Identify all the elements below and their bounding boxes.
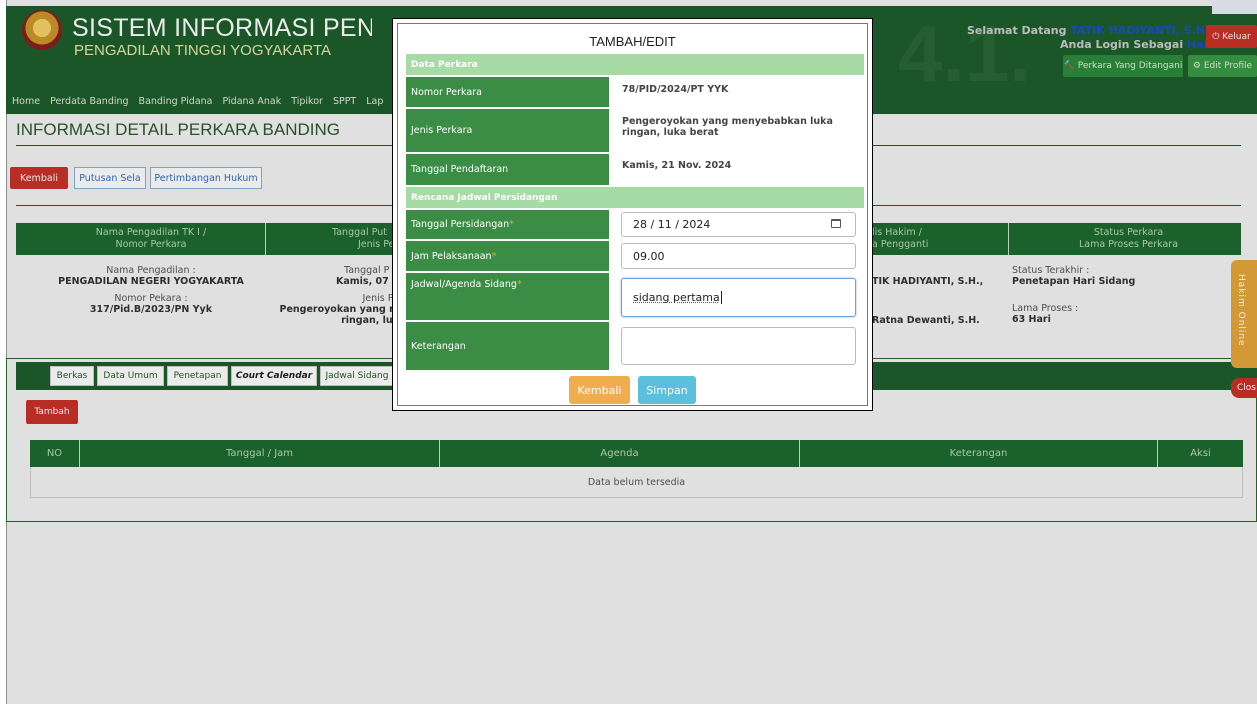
time-value: 09.00: [633, 249, 665, 263]
modal-title: TAMBAH/EDIT: [589, 34, 676, 49]
required-mark: *: [509, 219, 514, 230]
required-mark: *: [491, 250, 497, 262]
hearing-date-value: 28 / 11 / 2024: [633, 218, 711, 231]
hearing-date-label: Tanggal Persidangan *: [406, 210, 609, 239]
text-cursor: [720, 291, 722, 304]
reg-date-label: Tanggal Pendaftaran: [406, 154, 609, 185]
section-data-perkara: Data Perkara: [406, 54, 864, 75]
modal-back-button[interactable]: Kembali: [569, 376, 630, 404]
agenda-value: sidang pertama: [633, 291, 720, 304]
hearing-date-label-text: Tanggal Persidangan: [411, 219, 510, 230]
agenda-label: Jadwal/Agenda Sidang *: [406, 273, 609, 320]
section-jadwal: Rencana Jadwal Persidangan: [406, 187, 864, 208]
hearing-date-input[interactable]: 28 / 11 / 2024: [621, 212, 856, 237]
case-type-label: Jenis Perkara: [406, 109, 609, 152]
modal-body: TAMBAH/EDIT Data Perkara Nomor Perkara 7…: [397, 23, 868, 406]
required-mark: *: [516, 279, 522, 290]
time-label: Jam Pelaksanaan *: [406, 241, 609, 271]
calendar-icon[interactable]: [831, 219, 841, 228]
modal-save-button[interactable]: Simpan: [638, 376, 696, 404]
tambah-edit-modal: TAMBAH/EDIT Data Perkara Nomor Perkara 7…: [392, 18, 873, 411]
notes-input[interactable]: [621, 327, 856, 365]
agenda-input[interactable]: sidang pertama: [621, 278, 856, 317]
agenda-label-text: Jadwal/Agenda Sidang: [411, 279, 517, 290]
case-type-value: Pengeroyokan yang menyebabkan luka ringa…: [622, 116, 833, 138]
reg-date-value: Kamis, 21 Nov. 2024: [622, 160, 732, 171]
case-number-label: Nomor Perkara: [406, 77, 609, 107]
case-number-value: 78/PID/2024/PT YYK: [622, 84, 729, 95]
time-label-text: Jam Pelaksanaan: [411, 250, 492, 262]
notes-label: Keterangan: [406, 322, 609, 370]
time-input[interactable]: 09.00: [621, 243, 856, 269]
